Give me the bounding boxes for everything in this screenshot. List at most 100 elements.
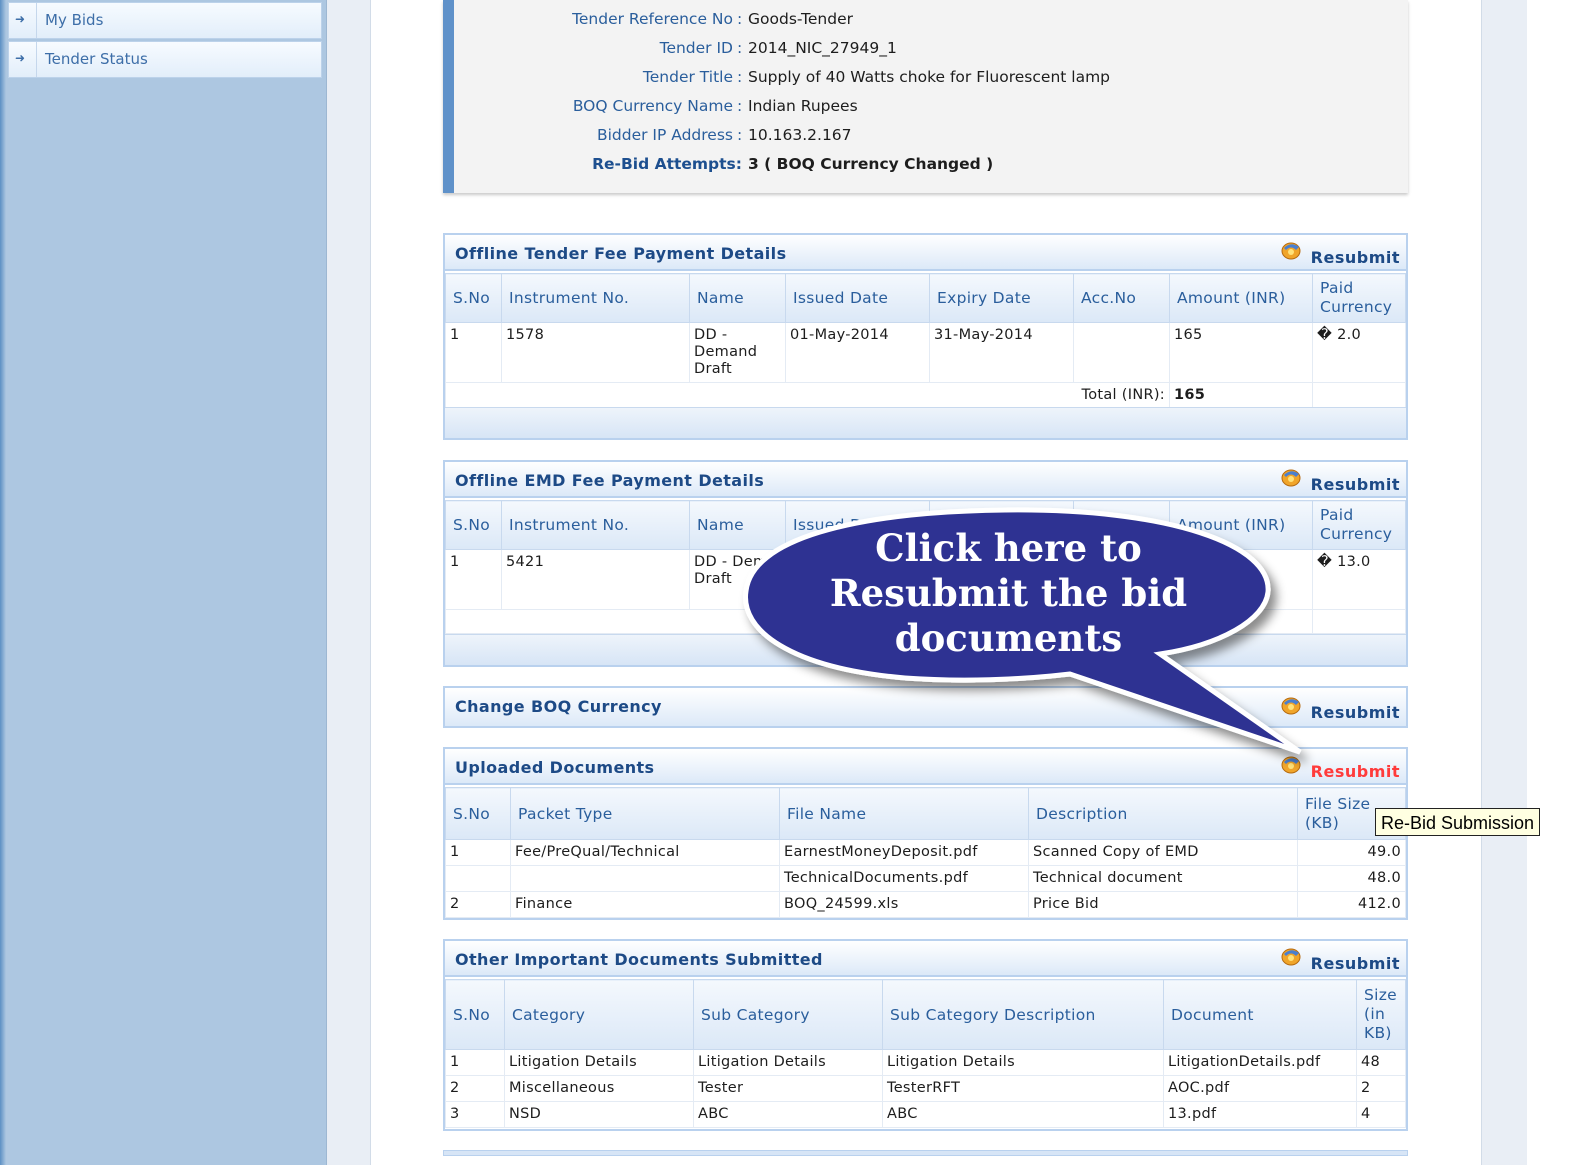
- panel-footer: [445, 634, 1406, 665]
- panel-title: Other Important Documents Submitted: [455, 950, 823, 969]
- cell: TechnicalDocuments.pdf: [779, 865, 1029, 892]
- cell: 13.pdf: [1163, 1101, 1357, 1128]
- col-header: Amount (INR): [1169, 500, 1313, 550]
- col-header: Expiry Date: [929, 273, 1074, 323]
- col-header: Paid Currency: [1312, 500, 1406, 550]
- table-header-row: S.No Instrument No. Name Issued D Amount…: [445, 500, 1406, 550]
- info-key: Re-Bid Attempts:: [592, 155, 742, 173]
- cell: Miscellaneous: [504, 1075, 694, 1102]
- col-header: Amount (INR): [1169, 273, 1313, 323]
- col-header: Sub Category: [693, 979, 883, 1050]
- cell: [1312, 382, 1406, 409]
- info-value: 10.163.2.167: [748, 126, 852, 144]
- cell: AOC.pdf: [1163, 1075, 1357, 1102]
- cell: 31-May-2014: [929, 322, 1074, 383]
- resubmit-icon: [1281, 756, 1301, 774]
- cell: LitigationDetails.pdf: [1163, 1049, 1357, 1076]
- table-row: 1 5421 DD - Dema Draft � 13.0: [445, 549, 1406, 610]
- cell: Litigation Details: [882, 1049, 1164, 1076]
- table-row: 1 1578 DD - Demand Draft 01-May-2014 31-…: [445, 322, 1406, 383]
- divider: [36, 42, 37, 77]
- cell: 48.0: [1297, 865, 1406, 892]
- col-header: S.No: [445, 979, 505, 1050]
- fee-payment-panel: Offline Tender Fee Payment Details Resub…: [443, 233, 1408, 440]
- uploaded-documents-table: S.No Packet Type File Name Description F…: [445, 787, 1406, 918]
- panel-title: Offline EMD Fee Payment Details: [455, 471, 765, 490]
- sidebar-item-tender-status[interactable]: ➜ Tender Status: [8, 41, 322, 78]
- fee-resubmit-button[interactable]: Resubmit: [1280, 242, 1400, 267]
- info-separator: :: [737, 10, 743, 28]
- info-row-title: Tender Title : Supply of 40 Watts choke …: [454, 68, 1409, 92]
- fee-payment-table: S.No Instrument No. Name Issued Date Exp…: [445, 273, 1406, 409]
- resubmit-label: Resubmit: [1310, 475, 1400, 494]
- info-row-reference: Tender Reference No : Goods-Tender: [454, 10, 1409, 34]
- cell: Technical document: [1028, 865, 1298, 892]
- cell: � 2.0: [1312, 322, 1406, 383]
- col-header: Instrument No.: [501, 500, 690, 550]
- sidebar: ➜ My Bids ➜ Tender Status: [0, 0, 327, 1165]
- sidebar-item-my-bids[interactable]: ➜ My Bids: [8, 2, 322, 39]
- resubmit-icon: [1281, 469, 1301, 487]
- resubmit-label: Resubmit: [1310, 703, 1400, 722]
- cell: Fee/PreQual/Technical: [510, 839, 780, 866]
- other-documents-table: S.No Category Sub Category Sub Category …: [445, 979, 1406, 1128]
- cell: ABC: [882, 1101, 1164, 1128]
- cell: [1073, 322, 1170, 383]
- info-value: Supply of 40 Watts choke for Fluorescent…: [748, 68, 1111, 86]
- right-gutter: [1527, 0, 1581, 1165]
- sidebar-item-label: My Bids: [45, 11, 104, 29]
- col-header: S.No: [445, 273, 502, 323]
- table-row: 2 Finance BOQ_24599.xls Price Bid 412.0: [445, 891, 1406, 918]
- cell: 1: [445, 549, 502, 610]
- panel-header: Offline EMD Fee Payment Details Resubmit: [445, 462, 1406, 498]
- col-header: [1073, 500, 1170, 550]
- info-separator: :: [737, 126, 743, 144]
- panel-title: Change BOQ Currency: [455, 697, 662, 716]
- table-row: 1 Fee/PreQual/Technical EarnestMoneyDepo…: [445, 839, 1406, 866]
- cell: TesterRFT: [882, 1075, 1164, 1102]
- info-key: BOQ Currency Name: [572, 97, 733, 115]
- resubmit-icon: [1281, 948, 1301, 966]
- info-separator: :: [737, 97, 743, 115]
- resubmit-icon: [1281, 242, 1301, 260]
- total-label: Total (INR):: [445, 382, 1170, 409]
- cell: BOQ_24599.xls: [779, 891, 1029, 918]
- info-row-ip: Bidder IP Address : 10.163.2.167: [454, 126, 1409, 150]
- col-header: Sub Category Description: [882, 979, 1164, 1050]
- resubmit-icon: [1281, 697, 1301, 715]
- cell: [445, 865, 511, 892]
- col-header: Paid Currency: [1312, 273, 1406, 323]
- other-resubmit-button[interactable]: Resubmit: [1280, 948, 1400, 973]
- resubmit-label: Resubmit: [1310, 248, 1400, 267]
- cell: [1073, 549, 1170, 610]
- cell: 5421: [501, 549, 690, 610]
- cell: 2: [445, 891, 511, 918]
- info-row-rebid: Re-Bid Attempts: 3 ( BOQ Currency Change…: [454, 155, 1409, 179]
- cell: Scanned Copy of EMD: [1028, 839, 1298, 866]
- emd-resubmit-button[interactable]: Resubmit: [1280, 469, 1400, 494]
- cell: NSD: [504, 1101, 694, 1128]
- info-value: 3 ( BOQ Currency Changed ): [748, 155, 994, 173]
- emd-payment-panel: Offline EMD Fee Payment Details Resubmit…: [443, 460, 1408, 667]
- col-header: File Name: [779, 787, 1029, 840]
- total-row: Total (INR): 165: [445, 382, 1406, 409]
- documents-resubmit-button[interactable]: Resubmit: [1280, 756, 1400, 781]
- cell: 2: [1356, 1075, 1406, 1102]
- col-header: Acc.No: [1073, 273, 1170, 323]
- sidebar-item-label: Tender Status: [45, 50, 148, 68]
- cell: 2: [445, 1075, 505, 1102]
- panel-title: Uploaded Documents: [455, 758, 655, 777]
- cell: EarnestMoneyDeposit.pdf: [779, 839, 1029, 866]
- info-separator: :: [737, 68, 743, 86]
- info-value: Indian Rupees: [748, 97, 858, 115]
- info-key: Tender Title: [642, 68, 733, 86]
- table-header-row: S.No Packet Type File Name Description F…: [445, 787, 1406, 840]
- panel-header: Change BOQ Currency Resubmit: [445, 688, 1406, 726]
- boq-resubmit-button[interactable]: Resubmit: [1280, 697, 1400, 722]
- info-row-tender-id: Tender ID : 2014_NIC_27949_1: [454, 39, 1409, 63]
- col-header: Name: [689, 273, 786, 323]
- info-value: Goods-Tender: [748, 10, 854, 28]
- col-header: Name: [689, 500, 786, 550]
- resubmit-label: Resubmit: [1310, 762, 1400, 781]
- col-header: Description: [1028, 787, 1298, 840]
